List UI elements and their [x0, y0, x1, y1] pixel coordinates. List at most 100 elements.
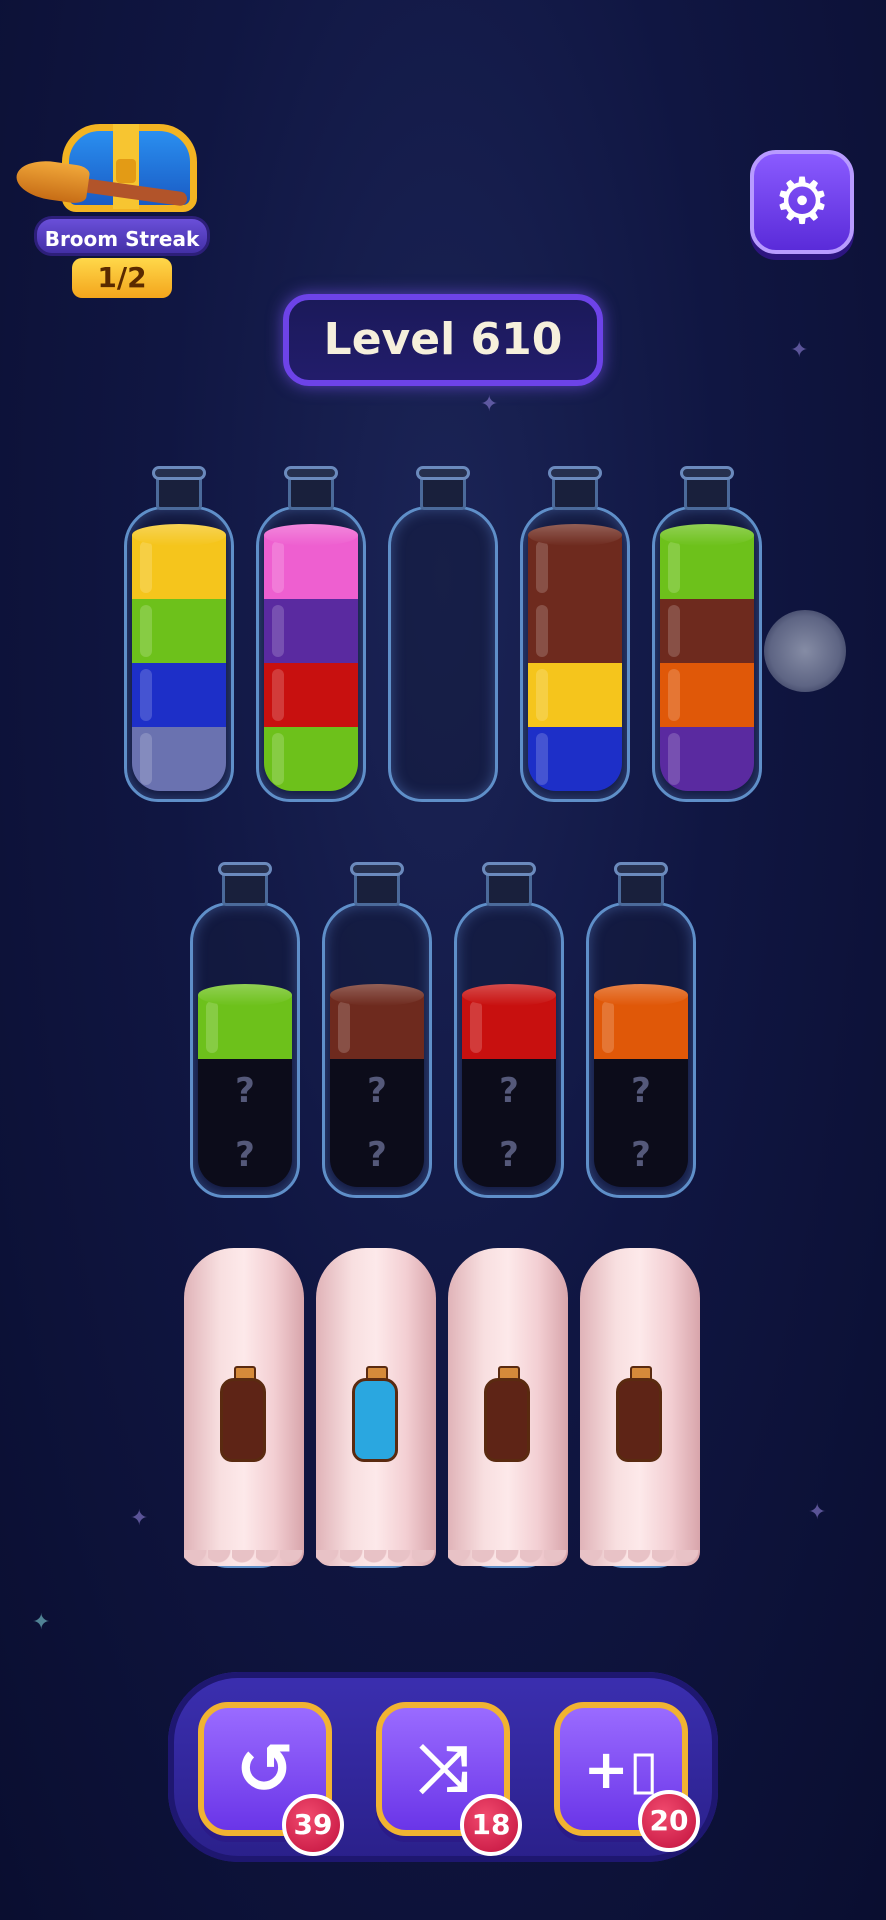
- undo-count-badge: 39: [282, 1794, 344, 1856]
- hidden-layer: ?: [462, 1123, 556, 1187]
- star-decoration: ✦: [790, 338, 809, 363]
- bottle-rim: [680, 466, 734, 480]
- liquid-surface: [462, 984, 556, 1006]
- hidden-layer: ?: [330, 1059, 424, 1123]
- liquid-shine: [668, 605, 680, 657]
- liquid-layer-yellow: [528, 663, 622, 727]
- liquid-layer-blue: [132, 663, 226, 727]
- bottle-rim: [548, 466, 602, 480]
- liquid-surface: [132, 524, 226, 546]
- bottle-rim: [218, 862, 272, 876]
- potion-bottle-icon: [352, 1366, 398, 1464]
- liquid-layer-orange: [660, 663, 754, 727]
- liquid-shine: [536, 605, 548, 657]
- liquid-layer-brown: [528, 599, 622, 663]
- liquid-shine: [536, 669, 548, 721]
- bottle-rim: [416, 466, 470, 480]
- bottle-rim: [482, 862, 536, 876]
- shuffle-icon: ⤨: [417, 1732, 469, 1806]
- liquid-stack: ??: [462, 995, 556, 1187]
- bottle-rim: [350, 862, 404, 876]
- liquid-layer-purple: [660, 727, 754, 791]
- gear-icon: ⚙: [773, 165, 831, 239]
- liquid-shine: [470, 1001, 482, 1053]
- star-decoration: ✦: [808, 1500, 827, 1525]
- liquid-shine: [602, 1001, 614, 1053]
- potion-liquid: [352, 1378, 398, 1462]
- liquid-layer-green: [264, 727, 358, 791]
- bottle-body: ??: [586, 902, 696, 1198]
- hidden-layer: ?: [594, 1123, 688, 1187]
- liquid-stack: [528, 535, 622, 791]
- liquid-shine: [668, 669, 680, 721]
- potion-liquid: [616, 1378, 662, 1462]
- liquid-surface: [198, 984, 292, 1006]
- star-decoration: ✦: [480, 392, 499, 417]
- liquid-layer-green: [132, 599, 226, 663]
- potion-bottle-icon: [220, 1366, 266, 1464]
- potion-liquid: [220, 1378, 266, 1462]
- hidden-layer: ?: [594, 1059, 688, 1123]
- broom-streak-widget[interactable]: Broom Streak 1/2: [12, 118, 212, 303]
- add-bottle-count-badge: 20: [638, 1790, 700, 1852]
- bottle-rim: [152, 466, 206, 480]
- cloth-cover: [580, 1248, 700, 1574]
- touch-pointer: [764, 610, 846, 692]
- add-bottle-icon: +▯: [583, 1737, 659, 1801]
- liquid-shine: [272, 605, 284, 657]
- liquid-surface: [528, 524, 622, 546]
- game-screen: ✦ ✦ ✦ ✦ ✦ Broom Streak 1/2 ⚙ Level 610 ?…: [0, 0, 886, 1920]
- liquid-shine: [206, 1001, 218, 1053]
- liquid-layer-brown: [660, 599, 754, 663]
- streak-count: 1/2: [72, 258, 172, 298]
- bottle-body: [124, 506, 234, 802]
- bottle-rim: [284, 466, 338, 480]
- liquid-shine: [140, 605, 152, 657]
- star-decoration: ✦: [130, 1506, 149, 1531]
- bottle-rim: [614, 862, 668, 876]
- liquid-shine: [536, 541, 548, 593]
- liquid-shine: [140, 669, 152, 721]
- bottle-body: [388, 506, 498, 802]
- liquid-layer-purple: [264, 599, 358, 663]
- liquid-stack: ??: [594, 995, 688, 1187]
- liquid-shine: [668, 733, 680, 785]
- bottle-body: [652, 506, 762, 802]
- liquid-stack: [132, 535, 226, 791]
- cloth-cover: [448, 1248, 568, 1574]
- potion-bottle-icon: [484, 1366, 530, 1464]
- liquid-shine: [272, 733, 284, 785]
- liquid-shine: [272, 541, 284, 593]
- cloth-cover: [184, 1248, 304, 1574]
- settings-button[interactable]: ⚙: [750, 150, 854, 254]
- liquid-shine: [536, 733, 548, 785]
- hidden-layer: ?: [462, 1059, 556, 1123]
- liquid-stack: ??: [198, 995, 292, 1187]
- bottle-body: ??: [190, 902, 300, 1198]
- liquid-shine: [668, 541, 680, 593]
- liquid-stack: [264, 535, 358, 791]
- liquid-surface: [330, 984, 424, 1006]
- potion-liquid: [484, 1378, 530, 1462]
- star-decoration: ✦: [32, 1610, 51, 1635]
- liquid-shine: [338, 1001, 350, 1053]
- bottle-body: [520, 506, 630, 802]
- bottle-body: [256, 506, 366, 802]
- liquid-shine: [272, 669, 284, 721]
- liquid-shine: [140, 541, 152, 593]
- liquid-layer-slate: [132, 727, 226, 791]
- liquid-layer-blue: [528, 727, 622, 791]
- shuffle-count-badge: 18: [460, 1794, 522, 1856]
- liquid-stack: [660, 535, 754, 791]
- cloth-cover: [316, 1248, 436, 1574]
- bottle-body: ??: [322, 902, 432, 1198]
- liquid-layer-red: [264, 663, 358, 727]
- streak-title: Broom Streak: [34, 216, 210, 256]
- bottle-body: ??: [454, 902, 564, 1198]
- undo-icon: ↺: [235, 1728, 295, 1810]
- hidden-layer: ?: [198, 1123, 292, 1187]
- liquid-surface: [594, 984, 688, 1006]
- level-title: Level 610: [283, 294, 603, 386]
- hidden-layer: ?: [330, 1123, 424, 1187]
- liquid-surface: [264, 524, 358, 546]
